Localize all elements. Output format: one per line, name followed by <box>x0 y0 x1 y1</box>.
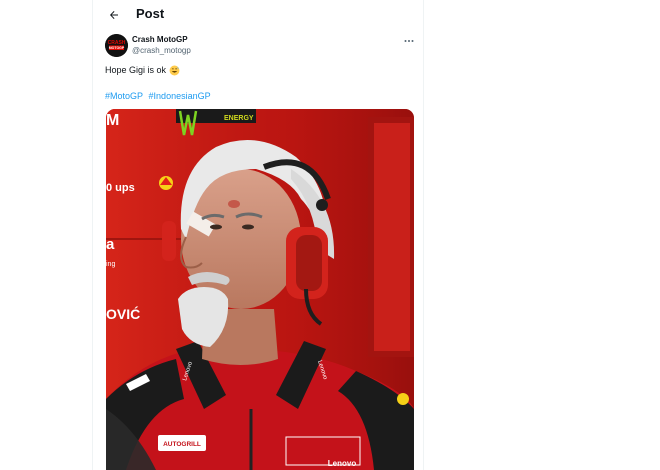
post-column: Post CRASH MOTOGP Crash MotoGP @crash_mo… <box>92 0 424 470</box>
arrow-left-icon <box>110 11 118 19</box>
hashtag-link[interactable]: #MotoGP <box>105 91 143 101</box>
wall-text-4: OVIĆ <box>106 305 140 322</box>
post-header: Post <box>93 0 423 30</box>
more-horizontal-icon <box>404 40 414 42</box>
page-title: Post <box>136 6 165 21</box>
sponsor-text: ENERGY <box>224 115 254 122</box>
avatar[interactable]: CRASH MOTOGP <box>105 34 128 57</box>
garage-letter: M <box>106 112 119 129</box>
avatar-text-bottom: MOTOGP <box>109 46 125 50</box>
photo-illustration: ENERGY M 0 ups a ing OVIĆ Lenovo Lenovo <box>106 109 414 470</box>
wall-text-2: a <box>106 236 115 253</box>
post-author: CRASH MOTOGP Crash MotoGP @crash_motogp <box>105 34 417 60</box>
tweet-text: Hope Gigi is ok <box>105 64 180 76</box>
chest-text: Lenovo <box>328 459 357 468</box>
avatar-logo: CRASH MOTOGP <box>105 34 128 57</box>
wall-text-1: 0 ups <box>106 182 135 194</box>
media-image[interactable]: ENERGY M 0 ups a ing OVIĆ Lenovo Lenovo <box>106 109 414 470</box>
badge-text: AUTOGRILL <box>163 441 201 448</box>
tweet-text-body: Hope Gigi is ok <box>105 65 167 75</box>
back-button[interactable] <box>103 5 125 25</box>
author-handle[interactable]: @crash_motogp <box>132 46 191 55</box>
grinning-sweat-emoji <box>169 65 180 75</box>
wall-text-3: ing <box>106 261 115 268</box>
hashtags: #MotoGP #IndonesianGP <box>105 91 214 101</box>
hashtag-link[interactable]: #IndonesianGP <box>149 91 211 101</box>
author-name[interactable]: Crash MotoGP <box>132 35 188 44</box>
more-button[interactable] <box>401 34 417 48</box>
